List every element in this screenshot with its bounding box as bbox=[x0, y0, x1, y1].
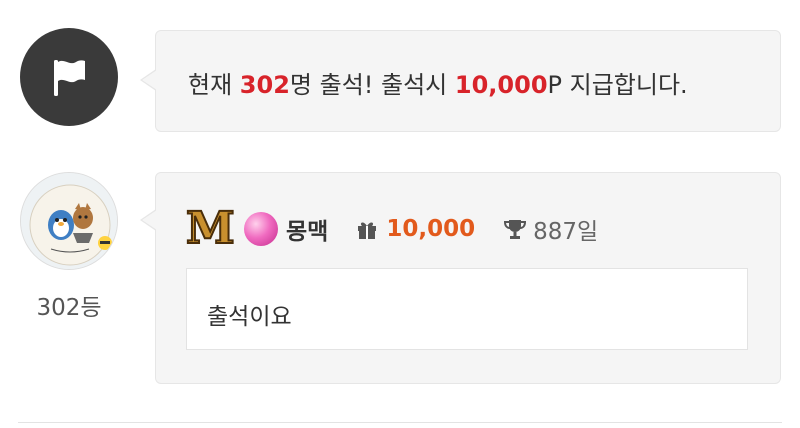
attendance-notice: 현재 302명 출석! 출석시 10,000P 지급합니다. bbox=[140, 30, 781, 132]
notice-middle: 명 출석! 출석시 bbox=[289, 71, 455, 99]
divider bbox=[18, 422, 782, 423]
trophy-icon bbox=[504, 220, 527, 239]
reward-points: 10,000 bbox=[454, 71, 548, 99]
comment-box: 출석이요 bbox=[186, 268, 748, 350]
notice-text: 현재 302명 출석! 출석시 10,000P 지급합니다. bbox=[188, 65, 688, 100]
gift-icon bbox=[358, 222, 377, 239]
rank-label: 302등 bbox=[36, 295, 102, 321]
user-points: 10,000 bbox=[386, 216, 476, 242]
comment-text: 출석이요 bbox=[207, 304, 292, 330]
level-m-icon: M bbox=[185, 202, 236, 255]
avatar[interactable] bbox=[20, 172, 118, 270]
attendance-days: 887일 bbox=[533, 219, 599, 245]
nickname[interactable]: 몽맥 bbox=[286, 212, 328, 246]
notice-suffix: P 지급합니다. bbox=[547, 71, 688, 99]
attendance-post: M 몽맥 10,000 887일 출석이요 bbox=[140, 172, 781, 384]
flag-icon bbox=[54, 60, 85, 96]
days-group: 887일 bbox=[503, 212, 598, 246]
notice-prefix: 현재 bbox=[188, 71, 240, 99]
user-info: M 몽맥 10,000 887일 bbox=[185, 202, 598, 255]
candy-icon bbox=[244, 212, 278, 246]
attendance-count: 302 bbox=[239, 71, 290, 99]
avatar-image bbox=[21, 173, 117, 269]
level-badge-letter: M bbox=[185, 202, 236, 255]
flag-icon-circle bbox=[20, 28, 118, 126]
points-group: 10,000 bbox=[356, 216, 475, 242]
